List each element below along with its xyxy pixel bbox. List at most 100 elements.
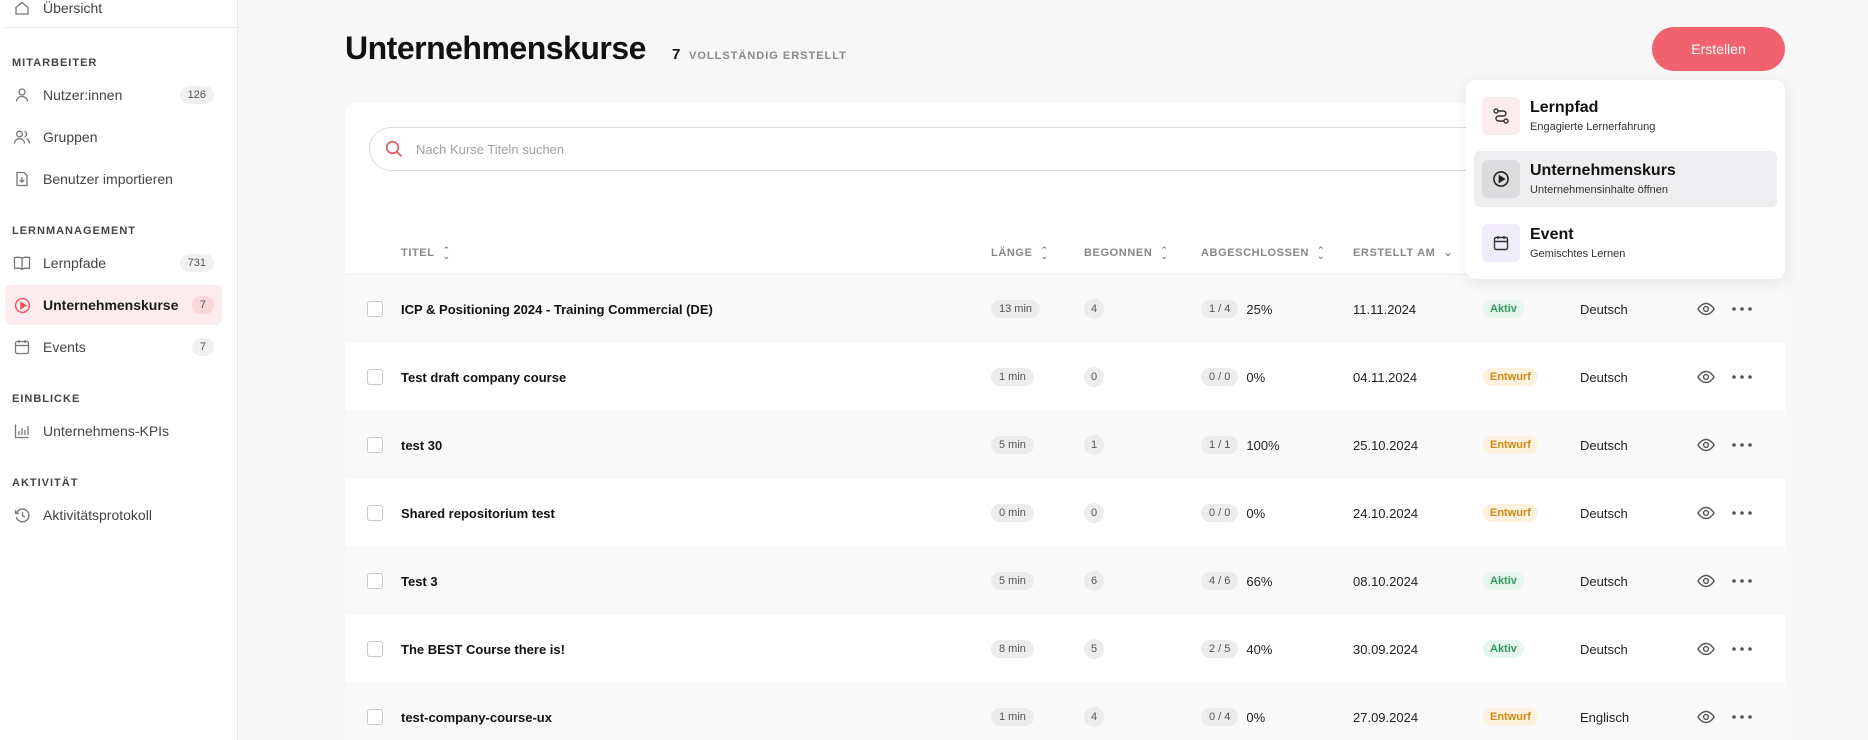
completed-percent: 100% — [1246, 437, 1280, 453]
course-title[interactable]: test-company-course-ux — [401, 683, 552, 740]
sidebar-item-events[interactable]: Events 7 — [5, 327, 222, 367]
language: Deutsch — [1580, 369, 1628, 385]
eye-icon[interactable] — [1696, 367, 1716, 387]
sidebar-item-groups[interactable]: Gruppen — [5, 117, 222, 157]
table-row[interactable]: Test draft company course 1 min 0 0 / 0 0% 04… — [345, 343, 1785, 411]
table-row[interactable]: test-company-course-ux 1 min 4 0 / 4 0% 27.09… — [345, 683, 1785, 740]
menu-item-event[interactable]: Event Gemischtes Lernen — [1474, 215, 1777, 271]
completed-ratio: 2 / 5 — [1201, 640, 1239, 658]
eye-icon[interactable] — [1696, 299, 1716, 319]
course-title[interactable]: test 30 — [401, 411, 442, 479]
eye-icon[interactable] — [1696, 503, 1716, 523]
table-row[interactable]: Shared repositorium test 0 min 0 0 / 0 0% 24.… — [345, 479, 1785, 547]
column-label: TITEL — [401, 247, 435, 259]
started-badge: 1 — [1084, 435, 1104, 455]
table-row[interactable]: ICP & Positioning 2024 - Training Commer… — [345, 275, 1785, 343]
menu-item-subtitle: Gemischtes Lernen — [1530, 248, 1626, 260]
sidebar-item-overview[interactable]: Übersicht — [5, 0, 237, 28]
sidebar-item-company-courses[interactable]: Unternehmenskurse 7 — [5, 285, 222, 325]
menu-item-subtitle: Engagierte Lernerfahrung — [1530, 121, 1656, 133]
column-label: BEGONNEN — [1084, 247, 1153, 259]
course-title[interactable]: ICP & Positioning 2024 - Training Commer… — [401, 275, 713, 343]
status-badge: Aktiv — [1483, 640, 1524, 658]
column-length[interactable]: LÄNGE ⌃ ⌄ — [991, 246, 1049, 261]
more-options-icon[interactable] — [1731, 435, 1753, 455]
completed-percent: 0% — [1246, 369, 1266, 385]
language: Deutsch — [1580, 437, 1628, 453]
eye-icon[interactable] — [1696, 435, 1716, 455]
sidebar-item-users[interactable]: Nutzer:innen 126 — [5, 75, 222, 115]
route-icon — [1482, 97, 1520, 135]
course-title[interactable]: Test draft company course — [401, 343, 566, 411]
column-started[interactable]: BEGONNEN ⌃ ⌄ — [1084, 246, 1169, 261]
sidebar-item-label: Nutzer:innen — [43, 87, 123, 103]
completed-percent: 40% — [1246, 641, 1273, 657]
more-options-icon[interactable] — [1731, 299, 1753, 319]
created-date: 30.09.2024 — [1353, 641, 1419, 657]
language: Deutsch — [1580, 641, 1628, 657]
completed-ratio: 1 / 1 — [1201, 436, 1239, 454]
eye-icon[interactable] — [1696, 639, 1716, 659]
create-dropdown-menu: Lernpfad Engagierte Lernerfahrung Untern… — [1466, 80, 1785, 279]
course-title[interactable]: Test 3 — [401, 547, 438, 615]
created-date: 11.11.2024 — [1353, 301, 1417, 317]
column-completed[interactable]: ABGESCHLOSSEN ⌃ ⌄ — [1201, 246, 1325, 261]
completed-percent: 0% — [1246, 709, 1266, 725]
language: Deutsch — [1580, 505, 1628, 521]
row-checkbox[interactable] — [367, 573, 383, 589]
created-date: 27.09.2024 — [1353, 709, 1419, 725]
eye-icon[interactable] — [1696, 707, 1716, 727]
row-checkbox[interactable] — [367, 709, 383, 725]
create-button[interactable]: Erstellen — [1652, 27, 1785, 71]
sidebar-section-title: MITARBEITER — [12, 57, 98, 69]
row-checkbox[interactable] — [367, 437, 383, 453]
completed-percent: 66% — [1246, 573, 1273, 589]
table-row[interactable]: The BEST Course there is! 8 min 5 2 / 5 40% 3… — [345, 615, 1785, 683]
table-row[interactable]: Test 3 5 min 6 4 / 6 66% 08.10.2024 Aktiv Deuts… — [345, 547, 1785, 615]
row-checkbox[interactable] — [367, 369, 383, 385]
length-badge: 0 min — [991, 504, 1034, 522]
course-title[interactable]: The BEST Course there is! — [401, 615, 565, 683]
created-date: 08.10.2024 — [1353, 573, 1419, 589]
length-badge: 1 min — [991, 368, 1034, 386]
more-options-icon[interactable] — [1731, 503, 1753, 523]
length-badge: 5 min — [991, 436, 1034, 454]
column-created[interactable]: ERSTELLT AM ⌄ — [1353, 247, 1453, 259]
length-badge: 1 min — [991, 708, 1034, 726]
more-options-icon[interactable] — [1731, 707, 1753, 727]
menu-item-title: Unternehmenskurs — [1530, 162, 1676, 179]
eye-icon[interactable] — [1696, 571, 1716, 591]
more-options-icon[interactable] — [1731, 571, 1753, 591]
row-checkbox[interactable] — [367, 505, 383, 521]
more-options-icon[interactable] — [1731, 367, 1753, 387]
created-date: 24.10.2024 — [1353, 505, 1419, 521]
status-badge: Aktiv — [1483, 572, 1524, 590]
completed-ratio: 1 / 4 — [1201, 300, 1239, 318]
menu-item-learning-path[interactable]: Lernpfad Engagierte Lernerfahrung — [1474, 88, 1777, 144]
sidebar-item-import-users[interactable]: Benutzer importieren — [5, 159, 222, 199]
course-title[interactable]: Shared repositorium test — [401, 479, 555, 547]
status-badge: Entwurf — [1483, 368, 1538, 386]
history-icon — [13, 506, 31, 524]
menu-item-company-course[interactable]: Unternehmenskurs Unternehmensinhalte öff… — [1474, 151, 1777, 207]
sidebar-item-activity-log[interactable]: Aktivitätsprotokoll — [5, 495, 222, 535]
row-checkbox[interactable] — [367, 641, 383, 657]
sidebar-item-label: Aktivitätsprotokoll — [43, 507, 152, 523]
count-badge: 731 — [179, 254, 214, 272]
search-icon — [384, 139, 404, 159]
table-row[interactable]: test 30 5 min 1 1 / 1 100% 25.10.2024 Entwurf D… — [345, 411, 1785, 479]
column-title[interactable]: TITEL ⌃ ⌄ — [401, 245, 451, 261]
sidebar-item-learning-paths[interactable]: Lernpfade 731 — [5, 243, 222, 283]
started-badge: 5 — [1084, 639, 1104, 659]
more-options-icon[interactable] — [1731, 639, 1753, 659]
menu-item-title: Event — [1530, 226, 1574, 243]
row-checkbox[interactable] — [367, 301, 383, 317]
user-icon — [13, 86, 31, 104]
status-badge: Entwurf — [1483, 708, 1538, 726]
sidebar-section-title: LERNMANAGEMENT — [12, 225, 136, 237]
completed-ratio: 0 / 0 — [1201, 504, 1239, 522]
language: Englisch — [1580, 709, 1630, 725]
sort-icon: ⌃ ⌄ — [442, 245, 451, 261]
length-badge: 13 min — [991, 300, 1041, 318]
sidebar-item-kpis[interactable]: Unternehmens-KPIs — [5, 411, 222, 451]
